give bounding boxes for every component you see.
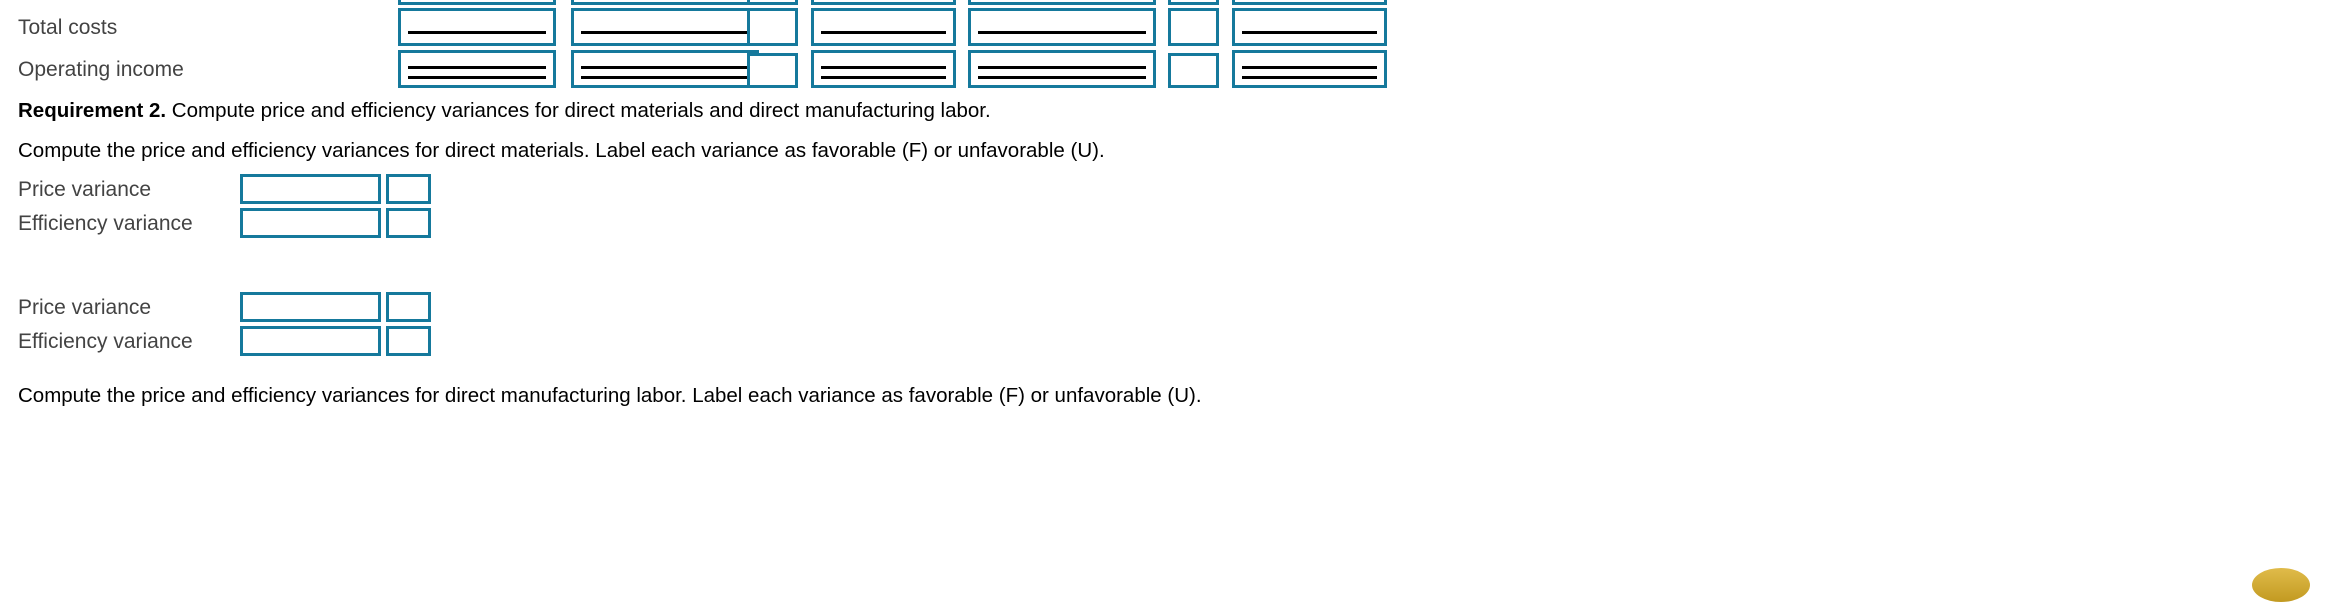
direct-labor-price-variance-row: Price variance — [0, 288, 700, 322]
input-operating-income-col-7[interactable] — [1232, 50, 1387, 88]
table-row-operating-income: Operating income — [0, 50, 1420, 88]
requirement-2-label: Requirement 2. — [18, 99, 167, 122]
direct-materials-efficiency-variance-row: Efficiency variance — [0, 204, 700, 238]
clipped-cell-4[interactable] — [811, 0, 956, 5]
worksheet-page: { "theme": { "input_border_color": "#157… — [0, 0, 2326, 602]
label-efficiency-variance: Efficiency variance — [18, 330, 193, 353]
subtotal-rule — [1242, 31, 1377, 34]
input-total-costs-col-4[interactable] — [811, 8, 956, 46]
total-rule — [978, 66, 1146, 79]
input-operating-income-col-5[interactable] — [968, 50, 1156, 88]
input-operating-income-col-2[interactable] — [571, 50, 759, 88]
subtotal-rule — [581, 31, 749, 34]
total-rule — [408, 66, 546, 79]
label-price-variance: Price variance — [18, 296, 152, 319]
clipped-cell-2[interactable] — [571, 0, 759, 5]
clipped-cell-1[interactable] — [398, 0, 556, 5]
input-operating-income-col-3[interactable] — [747, 53, 798, 88]
income-statement-table: Total costs Operating income — [0, 0, 1420, 92]
clipped-cell-3[interactable] — [747, 0, 798, 5]
input-total-costs-col-6[interactable] — [1168, 8, 1219, 46]
subtotal-rule — [978, 31, 1146, 34]
input-operating-income-col-1[interactable] — [398, 50, 556, 88]
input-dl-efficiency-variance-amount[interactable] — [240, 326, 381, 356]
input-dl-price-variance-flag[interactable] — [386, 292, 431, 322]
direct-materials-answers: Price variance Efficiency variance — [0, 170, 700, 240]
label-efficiency-variance: Efficiency variance — [18, 212, 193, 235]
input-dm-price-variance-amount[interactable] — [240, 174, 381, 204]
clipped-cell-6[interactable] — [1168, 0, 1219, 5]
label-price-variance: Price variance — [18, 178, 152, 201]
input-total-costs-col-1[interactable] — [398, 8, 556, 46]
row-label-operating-income: Operating income — [18, 58, 184, 81]
requirement-2-heading: Requirement 2. Compute price and efficie… — [18, 99, 991, 123]
total-rule — [1242, 66, 1377, 79]
total-rule — [581, 66, 749, 79]
requirement-2-text: Compute price and efficiency variances f… — [166, 99, 991, 122]
input-total-costs-col-5[interactable] — [968, 8, 1156, 46]
direct-materials-instruction: Compute the price and efficiency varianc… — [18, 139, 1105, 162]
direct-materials-price-variance-row: Price variance — [0, 170, 700, 204]
clipped-cell-5[interactable] — [968, 0, 1156, 5]
table-row-total-costs: Total costs — [0, 8, 1420, 46]
input-dm-price-variance-flag[interactable] — [386, 174, 431, 204]
input-dm-efficiency-variance-flag[interactable] — [386, 208, 431, 238]
subtotal-rule — [821, 31, 946, 34]
direct-labor-instruction: Compute the price and efficiency varianc… — [18, 384, 1202, 407]
total-rule — [821, 66, 946, 79]
floating-help-widget[interactable] — [2252, 568, 2310, 602]
clipped-cell-7[interactable] — [1232, 0, 1387, 5]
input-total-costs-col-3[interactable] — [747, 8, 798, 46]
input-dl-price-variance-amount[interactable] — [240, 292, 381, 322]
input-total-costs-col-7[interactable] — [1232, 8, 1387, 46]
input-operating-income-col-4[interactable] — [811, 50, 956, 88]
input-dl-efficiency-variance-flag[interactable] — [386, 326, 431, 356]
input-operating-income-col-6[interactable] — [1168, 53, 1219, 88]
direct-labor-efficiency-variance-row: Efficiency variance — [0, 322, 700, 356]
input-total-costs-col-2[interactable] — [571, 8, 759, 46]
input-dm-efficiency-variance-amount[interactable] — [240, 208, 381, 238]
row-label-total-costs: Total costs — [18, 16, 118, 39]
direct-labor-answers-group: Price variance Efficiency variance — [0, 288, 700, 358]
subtotal-rule — [408, 31, 546, 34]
